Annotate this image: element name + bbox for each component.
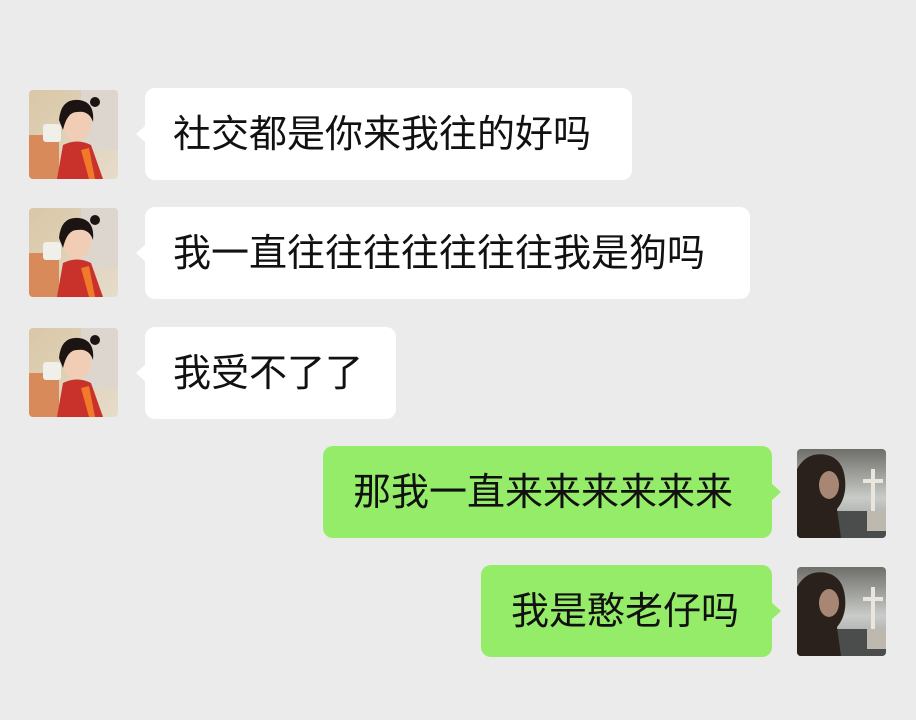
message-text: 我一直往往往往往往往我是狗吗 xyxy=(173,231,706,275)
my-avatar-image xyxy=(797,449,886,538)
contact-avatar-image xyxy=(29,90,118,179)
my-avatar[interactable] xyxy=(797,567,886,656)
message-bubble-outgoing[interactable]: 我是憨老仔吗 xyxy=(481,565,781,657)
message-text: 我是憨老仔吗 xyxy=(511,589,740,633)
contact-avatar[interactable] xyxy=(29,328,118,417)
message-bubble-outgoing[interactable]: 那我一直来来来来来来 xyxy=(323,446,781,538)
message-text: 那我一直来来来来来来 xyxy=(353,470,734,514)
message-bubble-incoming[interactable]: 我受不了了 xyxy=(136,327,396,419)
contact-avatar[interactable] xyxy=(29,90,118,179)
chat-message-list: 社交都是你来我往的好吗 我一直往往往往往往往我是狗吗 我受不了了 那我一直来来来… xyxy=(0,0,916,720)
my-avatar[interactable] xyxy=(797,449,886,538)
my-avatar-image xyxy=(797,567,886,656)
message-text: 我受不了了 xyxy=(173,351,364,395)
message-text: 社交都是你来我往的好吗 xyxy=(173,112,592,156)
contact-avatar-image xyxy=(29,328,118,417)
message-bubble-incoming[interactable]: 社交都是你来我往的好吗 xyxy=(136,88,632,180)
contact-avatar[interactable] xyxy=(29,208,118,297)
contact-avatar-image xyxy=(29,208,118,297)
message-bubble-incoming[interactable]: 我一直往往往往往往往我是狗吗 xyxy=(136,207,750,299)
